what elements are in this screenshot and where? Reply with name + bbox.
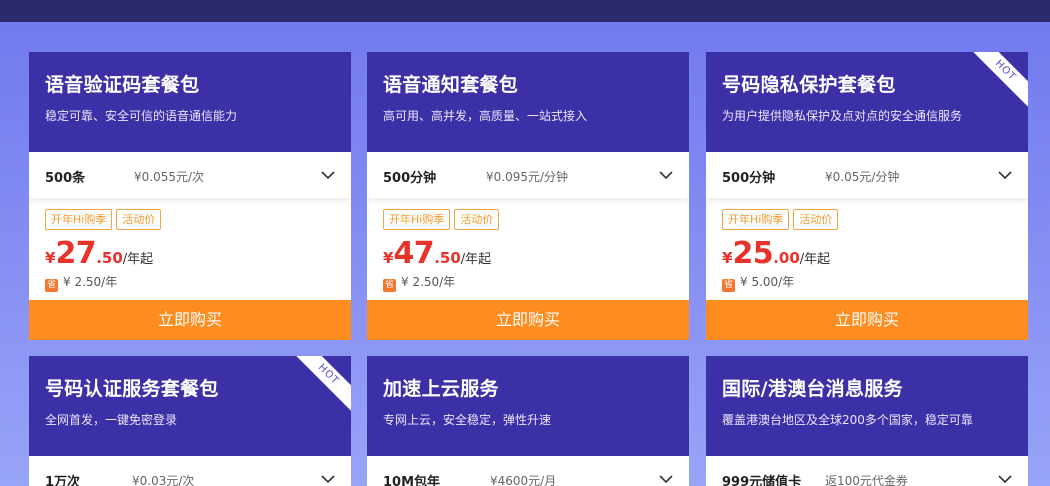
card-header: 加速上云服务 专网上云，安全稳定，弹性升速 <box>367 356 689 456</box>
savings: 省 ¥ 5.00/年 <box>722 273 794 292</box>
savings-text: ¥ 2.50/年 <box>63 275 118 289</box>
spec-unit-price: ¥0.095元/分钟 <box>486 170 569 184</box>
promo-tags: 开年Hi购季 活动价 <box>45 208 165 230</box>
spec-quantity: 500条 <box>45 171 86 186</box>
promo-tag: 活动价 <box>116 209 162 230</box>
savings-text: ¥ 2.50/年 <box>401 275 456 289</box>
card-subtitle: 覆盖港澳台地区及全球200多个国家，稳定可靠 <box>722 413 973 427</box>
card-title: 国际/港澳台消息服务 <box>722 378 903 400</box>
savings-badge-icon: 省 <box>722 279 735 292</box>
savings: 省 ¥ 2.50/年 <box>45 273 117 292</box>
card-header: 语音通知套餐包 高可用、高并发，高质量、一站式接入 <box>367 52 689 152</box>
chevron-down-icon[interactable] <box>319 470 337 486</box>
spec-selector[interactable]: 10M包年 ¥4600元/月 <box>367 456 689 486</box>
chevron-down-icon[interactable] <box>996 166 1014 184</box>
spec-unit-price: ¥0.055元/次 <box>134 170 205 184</box>
price-currency: ¥ <box>383 249 394 267</box>
card-subtitle: 专网上云，安全稳定，弹性升速 <box>383 413 552 427</box>
spec-selector[interactable]: 500分钟 ¥0.095元/分钟 <box>367 152 689 198</box>
card-header: 号码认证服务套餐包 全网首发，一键免密登录 HOT <box>29 356 351 456</box>
promo-tag: 开年Hi购季 <box>45 209 113 230</box>
hot-ribbon: HOT <box>289 356 351 414</box>
promo-tag: 活动价 <box>454 209 500 230</box>
product-card-international-sms: 国际/港澳台消息服务 覆盖港澳台地区及全球200多个国家，稳定可靠 999元储值… <box>706 356 1028 486</box>
promo-tags: 开年Hi购季 活动价 <box>383 208 503 230</box>
card-title: 号码隐私保护套餐包 <box>722 74 896 96</box>
product-card-cloud-acceleration: 加速上云服务 专网上云，安全稳定，弹性升速 10M包年 ¥4600元/月 <box>367 356 689 486</box>
card-title: 号码认证服务套餐包 <box>45 378 219 400</box>
price-suffix: /年起 <box>460 252 492 267</box>
buy-now-button[interactable]: 立即购买 <box>29 300 351 340</box>
price-decimal: .50 <box>434 249 461 267</box>
card-title: 语音验证码套餐包 <box>45 74 200 96</box>
spec-quantity: 1万次 <box>45 475 81 486</box>
spec-selector[interactable]: 500分钟 ¥0.05元/分钟 <box>706 152 1028 198</box>
spec-unit-price: ¥0.03元/次 <box>132 474 195 486</box>
savings-badge-icon: 省 <box>45 279 58 292</box>
card-header: 语音验证码套餐包 稳定可靠、安全可信的语音通信能力 <box>29 52 351 152</box>
savings-badge-icon: 省 <box>383 279 396 292</box>
price: ¥47.50/年起 <box>383 236 491 271</box>
buy-now-button[interactable]: 立即购买 <box>706 300 1028 340</box>
promo-tags: 开年Hi购季 活动价 <box>722 208 842 230</box>
top-nav-bar <box>0 0 1050 22</box>
price-decimal: .00 <box>773 249 800 267</box>
chevron-down-icon[interactable] <box>657 166 675 184</box>
card-subtitle: 全网首发，一键免密登录 <box>45 413 178 427</box>
product-card-voice-verification: 语音验证码套餐包 稳定可靠、安全可信的语音通信能力 500条 ¥0.055元/次… <box>29 52 351 340</box>
spec-selector[interactable]: 1万次 ¥0.03元/次 <box>29 456 351 486</box>
price: ¥27.50/年起 <box>45 236 153 271</box>
card-title: 加速上云服务 <box>383 378 499 400</box>
price-currency: ¥ <box>45 249 56 267</box>
savings-text: ¥ 5.00/年 <box>740 275 795 289</box>
spec-selector[interactable]: 999元储值卡 返100元代金券 <box>706 456 1028 486</box>
card-title: 语音通知套餐包 <box>383 74 519 96</box>
spec-quantity: 500分钟 <box>383 171 437 186</box>
spec-unit-price: ¥0.05元/分钟 <box>825 170 900 184</box>
buy-now-button[interactable]: 立即购买 <box>367 300 689 340</box>
promo-tag: 活动价 <box>793 209 839 230</box>
promo-tag: 开年Hi购季 <box>383 209 451 230</box>
card-header: 号码隐私保护套餐包 为用户提供隐私保护及点对点的安全通信服务 HOT <box>706 52 1028 152</box>
price-integer: 25 <box>732 236 774 271</box>
product-card-number-privacy: 号码隐私保护套餐包 为用户提供隐私保护及点对点的安全通信服务 HOT 500分钟… <box>706 52 1028 340</box>
card-subtitle: 稳定可靠、安全可信的语音通信能力 <box>45 109 238 123</box>
price-suffix: /年起 <box>122 252 154 267</box>
chevron-down-icon[interactable] <box>657 470 675 486</box>
chevron-down-icon[interactable] <box>319 166 337 184</box>
card-subtitle: 为用户提供隐私保护及点对点的安全通信服务 <box>722 109 963 123</box>
promo-tag: 开年Hi购季 <box>722 209 790 230</box>
spec-quantity: 500分钟 <box>722 171 776 186</box>
price-suffix: /年起 <box>799 252 831 267</box>
product-card-voice-notification: 语音通知套餐包 高可用、高并发，高质量、一站式接入 500分钟 ¥0.095元/… <box>367 52 689 340</box>
chevron-down-icon[interactable] <box>996 470 1014 486</box>
price-integer: 27 <box>55 236 97 271</box>
product-card-number-authentication: 号码认证服务套餐包 全网首发，一键免密登录 HOT 1万次 ¥0.03元/次 <box>29 356 351 486</box>
spec-quantity: 10M包年 <box>383 475 441 486</box>
spec-selector[interactable]: 500条 ¥0.055元/次 <box>29 152 351 198</box>
price-decimal: .50 <box>96 249 123 267</box>
card-subtitle: 高可用、高并发，高质量、一站式接入 <box>383 109 588 123</box>
price-currency: ¥ <box>722 249 733 267</box>
savings: 省 ¥ 2.50/年 <box>383 273 455 292</box>
spec-quantity: 999元储值卡 <box>722 475 802 486</box>
hot-ribbon: HOT <box>966 52 1028 110</box>
spec-unit-price: 返100元代金券 <box>825 474 908 486</box>
card-header: 国际/港澳台消息服务 覆盖港澳台地区及全球200多个国家，稳定可靠 <box>706 356 1028 456</box>
price-integer: 47 <box>393 236 435 271</box>
spec-unit-price: ¥4600元/月 <box>490 474 557 486</box>
price: ¥25.00/年起 <box>722 236 830 271</box>
